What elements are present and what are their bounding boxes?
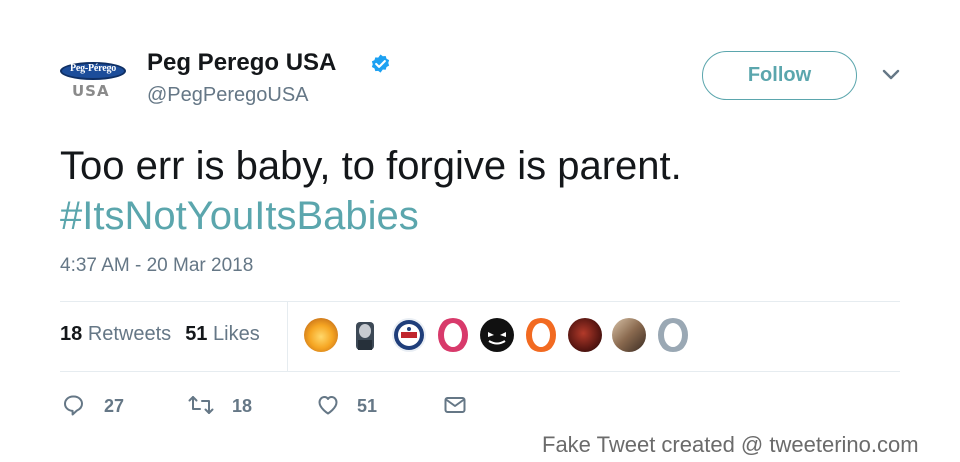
retweet-action[interactable]: 18: [188, 393, 258, 417]
retweets-stat[interactable]: 18 Retweets: [60, 323, 171, 345]
liker-avatar[interactable]: [524, 318, 558, 352]
person-avatar-icon: [356, 322, 374, 350]
retweets-label: Retweets: [87, 323, 172, 345]
liker-avatar[interactable]: [612, 318, 646, 352]
liker-avatar[interactable]: [392, 318, 426, 352]
liker-avatar[interactable]: [348, 318, 382, 352]
egg-avatar-icon: [438, 318, 468, 352]
liker-avatar[interactable]: [436, 318, 470, 352]
reply-icon: [64, 395, 83, 416]
heart-icon: [318, 396, 338, 415]
tweet-timestamp[interactable]: 4:37 AM - 20 Mar 2018: [60, 255, 253, 277]
dark-face-avatar-icon: [488, 332, 506, 345]
display-name[interactable]: Peg Perego USA: [147, 49, 336, 77]
message-action[interactable]: [443, 393, 469, 417]
retweets-count: 18: [60, 323, 83, 345]
liker-avatar[interactable]: [656, 318, 690, 352]
avatar-country-text: USA: [72, 82, 110, 100]
profile-avatar[interactable]: Peg-Pérego USA: [58, 56, 130, 106]
stats-separator: [287, 302, 288, 371]
likes-label: Likes: [213, 323, 260, 345]
divider-bottom: [60, 371, 900, 372]
avatar-logo-text: Peg-Pérego: [69, 63, 117, 74]
reply-count: 27: [104, 396, 125, 416]
hashtag-link[interactable]: #ItsNotYouItsBabies: [60, 191, 920, 241]
retweet-icon: [188, 396, 214, 414]
envelope-icon: [444, 397, 466, 413]
badge-avatar-icon: [394, 320, 424, 350]
like-count: 51: [357, 396, 378, 416]
liker-avatar[interactable]: [568, 318, 602, 352]
user-handle[interactable]: @PegPeregoUSA: [147, 84, 309, 107]
follow-button[interactable]: Follow: [702, 51, 857, 100]
chevron-down-icon[interactable]: [880, 67, 902, 83]
likes-stat[interactable]: 51 Likes: [185, 323, 260, 345]
liker-avatar[interactable]: [304, 318, 338, 352]
egg-avatar-icon: [526, 318, 556, 352]
divider-top: [60, 301, 900, 302]
liker-avatar[interactable]: [480, 318, 514, 352]
watermark-text: Fake Tweet created @ tweeterino.com: [542, 432, 919, 457]
verified-badge-icon: [371, 54, 390, 73]
egg-avatar-icon: [658, 318, 688, 352]
likes-count: 51: [185, 323, 208, 345]
tweet-text: Too err is baby, to forgive is parent. #…: [60, 141, 920, 241]
retweet-count: 18: [232, 396, 253, 416]
tweet-body: Too err is baby, to forgive is parent.: [60, 144, 682, 188]
like-action[interactable]: 51: [316, 393, 386, 417]
reply-action[interactable]: 27: [62, 393, 132, 417]
tweet-stats: 18 Retweets 51 Likes: [60, 323, 260, 346]
